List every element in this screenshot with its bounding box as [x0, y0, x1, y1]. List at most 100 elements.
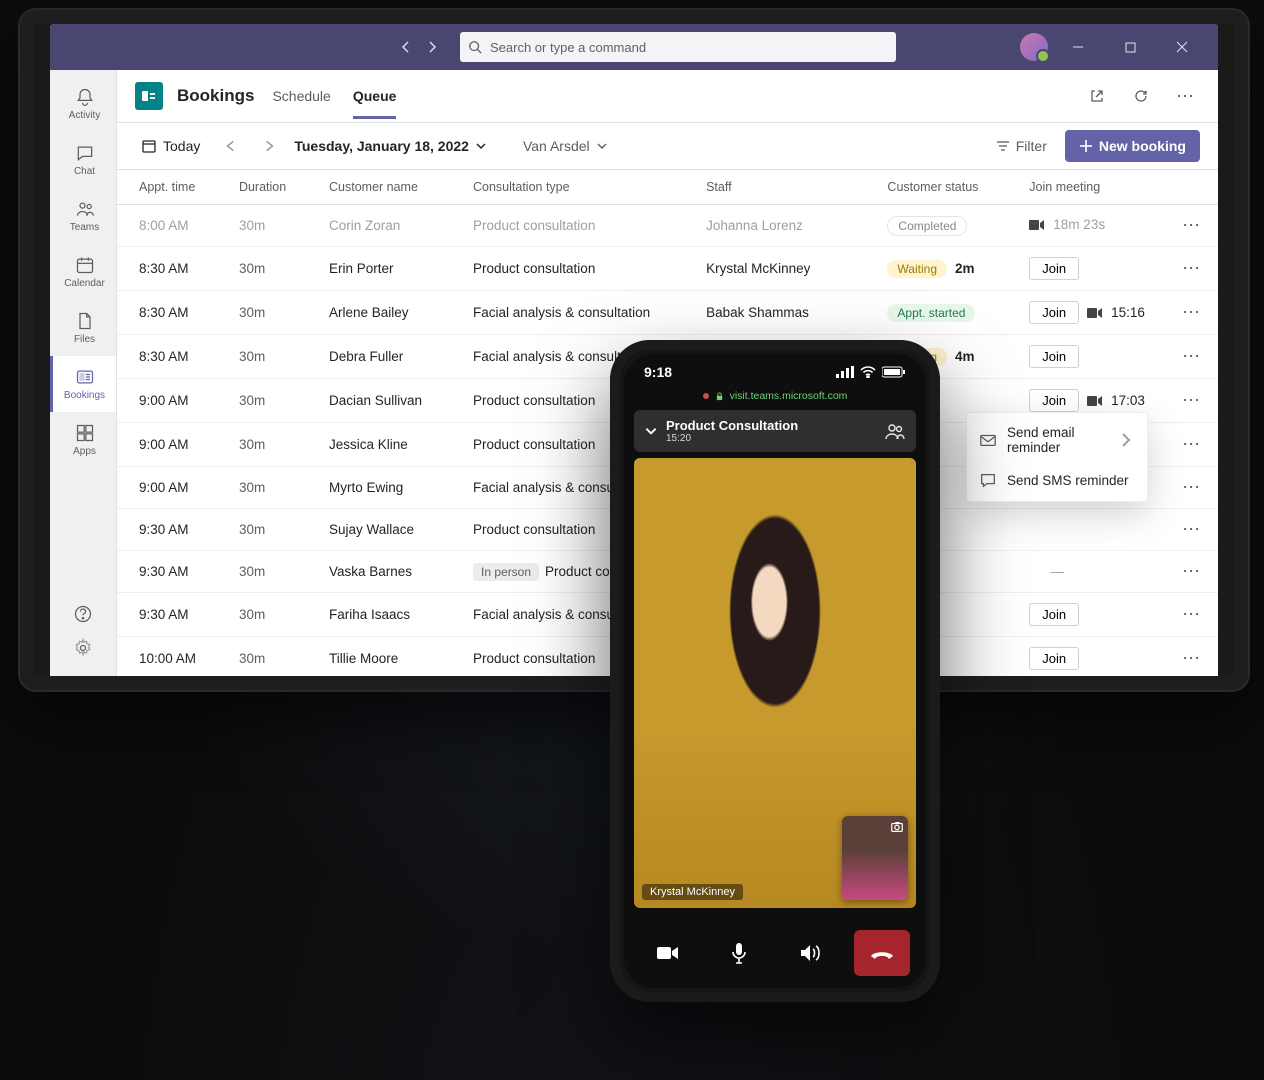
app-rail: Activity Chat Teams Calendar Files [50, 70, 117, 676]
row-more-button[interactable]: ⋯ [1182, 258, 1201, 278]
row-more-button[interactable]: ⋯ [1182, 390, 1201, 410]
menu-send-sms[interactable]: Send SMS reminder [967, 463, 1147, 497]
col-time[interactable]: Appt. time [117, 170, 227, 205]
rail-bookings[interactable]: Bookings [50, 356, 116, 412]
window-close-button[interactable] [1160, 24, 1204, 70]
app-title: Bookings [177, 86, 254, 106]
row-more-button[interactable]: ⋯ [1182, 519, 1201, 539]
call-header[interactable]: Product Consultation 15:20 [634, 410, 916, 452]
table-row[interactable]: 8:30 AM30mErin PorterProduct consultatio… [117, 247, 1218, 291]
video-icon [1087, 307, 1103, 319]
help-icon[interactable] [73, 604, 93, 624]
row-more-button[interactable]: ⋯ [1182, 215, 1201, 235]
new-booking-button[interactable]: New booking [1065, 130, 1200, 162]
tab-queue[interactable]: Queue [353, 74, 397, 119]
video-icon [1029, 219, 1045, 231]
profile-avatar[interactable] [1020, 33, 1048, 61]
phone-url-bar: visit.teams.microsoft.com [624, 390, 926, 406]
title-bar: Search or type a command [50, 24, 1218, 70]
row-more-button[interactable]: ⋯ [1182, 346, 1201, 366]
cell-customer: Fariha Isaacs [317, 593, 461, 637]
video-icon [1087, 395, 1103, 407]
rail-teams[interactable]: Teams [50, 188, 116, 244]
row-more-button[interactable]: ⋯ [1182, 477, 1201, 497]
cell-customer: Arlene Bailey [317, 291, 461, 335]
join-button[interactable]: Join [1029, 389, 1079, 412]
filter-button[interactable]: Filter [990, 134, 1053, 158]
window-minimize-button[interactable] [1056, 24, 1100, 70]
popout-icon[interactable] [1082, 81, 1112, 111]
menu-send-email[interactable]: Send email reminder [967, 417, 1147, 463]
lock-icon [715, 392, 724, 401]
nav-forward-button[interactable] [420, 35, 444, 59]
cell-duration: 30m [227, 335, 317, 379]
phone-screen: 9:18 visit.teams.microsoft.com Product C… [624, 354, 926, 988]
meeting-elapsed: 15:16 [1111, 305, 1145, 320]
settings-icon[interactable] [73, 638, 93, 658]
join-button[interactable]: Join [1029, 345, 1079, 368]
battery-icon [882, 366, 906, 378]
self-video-pip[interactable] [842, 816, 908, 900]
more-icon[interactable]: ⋯ [1170, 81, 1200, 111]
date-next-button[interactable] [256, 135, 282, 157]
refresh-icon[interactable] [1126, 81, 1156, 111]
rail-activity[interactable]: Activity [50, 76, 116, 132]
row-more-button[interactable]: ⋯ [1182, 302, 1201, 322]
table-row[interactable]: 8:00 AM30mCorin ZoranProduct consultatio… [117, 205, 1218, 247]
date-prev-button[interactable] [218, 135, 244, 157]
cell-duration: 30m [227, 291, 317, 335]
speaker-button[interactable] [783, 930, 839, 976]
row-more-button[interactable]: ⋯ [1182, 561, 1201, 581]
nav-back-button[interactable] [394, 35, 418, 59]
meeting-elapsed: 18m 23s [1029, 217, 1105, 232]
cell-duration: 30m [227, 467, 317, 509]
in-person-tag: In person [473, 563, 539, 581]
hangup-button[interactable] [854, 930, 910, 976]
row-more-button[interactable]: ⋯ [1182, 648, 1201, 668]
meeting-elapsed: 17:03 [1111, 393, 1145, 408]
video-feed[interactable]: Krystal McKinney [634, 458, 916, 908]
table-row[interactable]: 8:30 AM30mArlene BaileyFacial analysis &… [117, 291, 1218, 335]
rail-calendar[interactable]: Calendar [50, 244, 116, 300]
cell-customer: Dacian Sullivan [317, 379, 461, 423]
cell-customer: Sujay Wallace [317, 509, 461, 551]
date-picker[interactable]: Tuesday, January 18, 2022 [294, 138, 487, 154]
status-started: Appt. started [887, 304, 975, 322]
col-duration[interactable]: Duration [227, 170, 317, 205]
join-button[interactable]: Join [1029, 647, 1079, 670]
today-button[interactable]: Today [135, 134, 206, 158]
calendar-selector[interactable]: Van Arsdel [517, 134, 614, 158]
col-status[interactable]: Customer status [875, 170, 1017, 205]
rail-apps[interactable]: Apps [50, 412, 116, 468]
cell-time: 9:30 AM [117, 509, 227, 551]
col-type[interactable]: Consultation type [461, 170, 694, 205]
search-input[interactable]: Search or type a command [460, 32, 896, 62]
row-more-button[interactable]: ⋯ [1182, 604, 1201, 624]
cell-status: Appt. started [875, 291, 1017, 335]
row-more-button[interactable]: ⋯ [1182, 434, 1201, 454]
mic-toggle-button[interactable] [711, 930, 767, 976]
cell-duration: 30m [227, 379, 317, 423]
cell-join: Join [1017, 637, 1165, 677]
cell-time: 8:30 AM [117, 335, 227, 379]
col-join[interactable]: Join meeting [1017, 170, 1165, 205]
join-button[interactable]: Join [1029, 603, 1079, 626]
join-button[interactable]: Join [1029, 301, 1079, 324]
cell-duration: 30m [227, 509, 317, 551]
wait-time: 4m [955, 349, 975, 364]
cell-duration: 30m [227, 423, 317, 467]
col-customer[interactable]: Customer name [317, 170, 461, 205]
cell-join: Join 15:16 [1017, 291, 1165, 335]
participants-icon[interactable] [884, 422, 906, 440]
cell-customer: Jessica Kline [317, 423, 461, 467]
join-button[interactable]: Join [1029, 257, 1079, 280]
cell-customer: Erin Porter [317, 247, 461, 291]
window-maximize-button[interactable] [1108, 24, 1152, 70]
col-staff[interactable]: Staff [694, 170, 875, 205]
camera-toggle-button[interactable] [640, 930, 696, 976]
phone-clock: 9:18 [644, 364, 672, 380]
rail-chat[interactable]: Chat [50, 132, 116, 188]
cell-join: — [1017, 551, 1165, 593]
rail-files[interactable]: Files [50, 300, 116, 356]
tab-schedule[interactable]: Schedule [272, 74, 330, 119]
